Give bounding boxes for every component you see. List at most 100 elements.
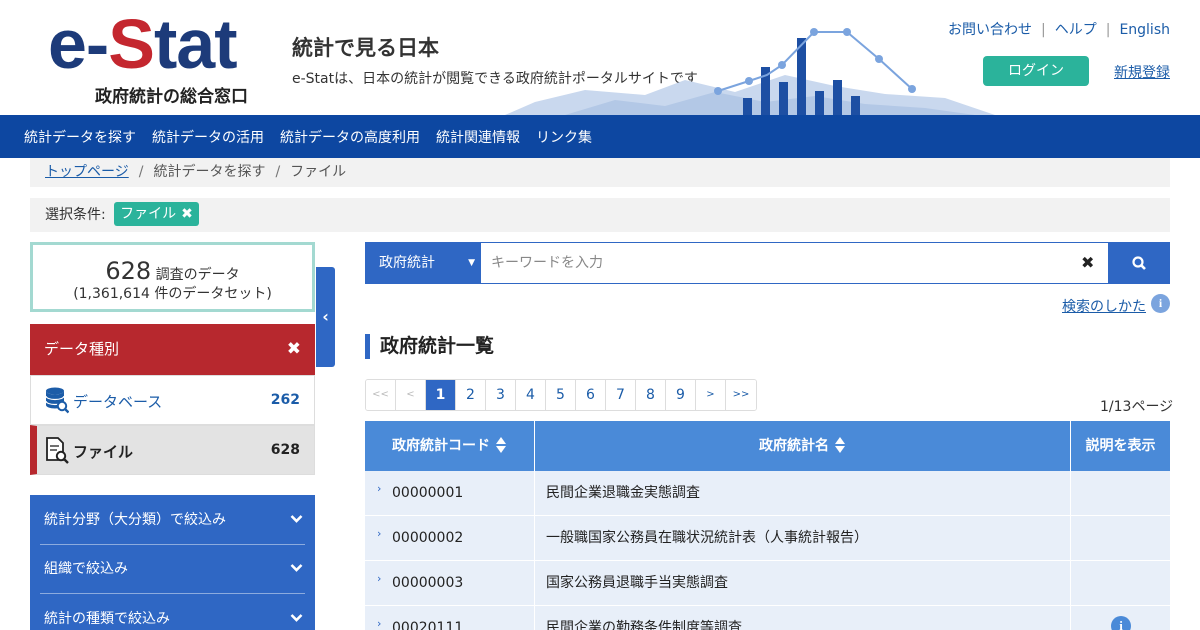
row-name[interactable]: 民間企業の勤務条件制度等調査 (535, 606, 1071, 630)
english-link[interactable]: English (1119, 22, 1170, 38)
database-search-icon (45, 387, 69, 414)
row-name[interactable]: 民間企業退職金実態調査 (535, 471, 1071, 516)
breadcrumb-current: ファイル (290, 164, 347, 180)
column-header-desc: 説明を表示 (1085, 438, 1156, 454)
survey-count-label: 調査のデータ (155, 267, 240, 283)
nav-item-search-data[interactable]: 統計データを探す (24, 127, 136, 147)
logo-subtitle: 政府統計の総合窓口 (95, 87, 248, 107)
data-type-database[interactable]: データベース 262 (30, 375, 315, 425)
pagination-next[interactable]: > (696, 380, 726, 410)
breadcrumb-home[interactable]: トップページ (45, 164, 129, 180)
table-row[interactable]: › 00000003 国家公務員退職手当実態調査 (365, 561, 1170, 606)
pagination-last[interactable]: >> (726, 380, 756, 410)
site-title: 統計で見る日本 (292, 36, 439, 60)
pagination: << < 1 2 3 4 5 6 7 8 9 > >> (365, 379, 757, 411)
selected-conditions: 選択条件: ファイル ✖ (30, 198, 1170, 232)
info-icon[interactable]: i (1151, 294, 1170, 313)
info-icon[interactable]: i (1111, 616, 1131, 630)
nav-item-use-data[interactable]: 統計データの活用 (152, 127, 264, 147)
close-icon[interactable]: ✖ (1081, 253, 1094, 272)
search-howto-link[interactable]: 検索のしかた (1062, 296, 1146, 316)
column-header-code[interactable]: 政府統計コード (365, 421, 535, 471)
filter-field-label: 統計分野（大分類）で絞込み (44, 512, 226, 528)
result-count-box: 628 調査のデータ (1,361,614 件のデータセット) (30, 242, 315, 312)
page-info: 1/13ページ (1100, 399, 1174, 415)
pagination-page[interactable]: 9 (666, 380, 696, 410)
breadcrumb-separator: / (138, 164, 144, 180)
search-bar: 政府統計 ▼ ✖ (365, 242, 1170, 284)
data-type-file-count: 628 (270, 442, 300, 458)
contact-link[interactable]: お問い合わせ (948, 22, 1032, 38)
filter-stat-type-label: 統計の種類で絞込み (44, 611, 170, 627)
pagination-page[interactable]: 1 (426, 380, 456, 410)
utility-links: お問い合わせ | ヘルプ | English (948, 19, 1170, 39)
nav-item-advanced-use[interactable]: 統計データの高度利用 (280, 127, 420, 147)
chevron-down-icon (290, 515, 303, 523)
conditions-label: 選択条件: (45, 207, 106, 223)
login-button[interactable]: ログイン (983, 56, 1089, 86)
filter-panel: 統計分野（大分類）で絞込み 組織で絞込み 統計の種類で絞込み (30, 495, 315, 630)
row-code-cell: › 00000003 (365, 561, 535, 606)
condition-chip-label: ファイル (120, 205, 177, 222)
chevron-left-icon: ‹ (322, 307, 329, 326)
row-code-cell: › 00000001 (365, 471, 535, 516)
close-icon[interactable]: ✖ (287, 324, 301, 375)
pagination-first: << (366, 380, 396, 410)
search-button[interactable] (1109, 242, 1170, 284)
pagination-page[interactable]: 8 (636, 380, 666, 410)
row-desc-cell (1071, 471, 1170, 516)
pagination-page[interactable]: 2 (456, 380, 486, 410)
data-type-database-label: データベース (73, 393, 163, 411)
table-header: 政府統計コード 政府統計名 説明を表示 (365, 421, 1170, 471)
estat-logo[interactable]: e-Stat 政府統計の総合窓口 (48, 5, 248, 107)
nav-item-links[interactable]: リンク集 (536, 127, 592, 147)
filter-stat-type[interactable]: 統計の種類で絞込み (40, 594, 305, 630)
search-input[interactable] (480, 242, 1109, 284)
pagination-page[interactable]: 4 (516, 380, 546, 410)
row-code: 00000001 (392, 485, 464, 501)
row-desc-cell (1071, 561, 1170, 606)
row-code: 00000002 (392, 530, 464, 546)
filter-organization-label: 組織で絞込み (44, 561, 128, 577)
column-header-code-label: 政府統計コード (392, 438, 490, 454)
sort-icon (835, 437, 846, 453)
chevron-right-icon: › (377, 482, 382, 495)
table-row[interactable]: › 00000002 一般職国家公務員在職状況統計表（人事統計報告） (365, 516, 1170, 561)
breadcrumb-item: 統計データを探す (153, 164, 266, 180)
row-code: 00000003 (392, 575, 464, 591)
condition-chip[interactable]: ファイル ✖ (114, 201, 199, 226)
search-scope-value: 政府統計 (379, 255, 435, 271)
pagination-page[interactable]: 7 (606, 380, 636, 410)
page-title: 政府統計一覧 (365, 334, 494, 359)
data-type-database-count: 262 (270, 392, 300, 408)
search-scope-select[interactable]: 政府統計 ▼ (365, 242, 480, 284)
site-header: e-Stat 政府統計の総合窓口 統計で見る日本 e-Statは、日本の統計が閲… (0, 0, 1200, 115)
help-link[interactable]: ヘルプ (1055, 22, 1097, 38)
filter-field[interactable]: 統計分野（大分類）で絞込み (40, 495, 305, 545)
row-desc-cell: i (1071, 606, 1170, 630)
pagination-page[interactable]: 3 (486, 380, 516, 410)
pagination-page[interactable]: 6 (576, 380, 606, 410)
chevron-right-icon: › (377, 572, 382, 585)
sidebar-collapse-button[interactable]: ‹ (316, 267, 335, 367)
register-link[interactable]: 新規登録 (1114, 62, 1170, 82)
close-icon[interactable]: ✖ (181, 206, 193, 222)
caret-down-icon: ▼ (468, 258, 475, 268)
table-row[interactable]: › 00000001 民間企業退職金実態調査 (365, 471, 1170, 516)
row-code: 00020111 (392, 620, 464, 630)
table-row[interactable]: › 00020111 民間企業の勤務条件制度等調査 i (365, 606, 1170, 630)
chevron-right-icon: › (377, 617, 382, 630)
data-type-heading[interactable]: データ種別 ✖ (30, 324, 315, 375)
sort-icon (496, 437, 507, 453)
pagination-prev: < (396, 380, 426, 410)
row-name[interactable]: 国家公務員退職手当実態調査 (535, 561, 1071, 606)
row-name[interactable]: 一般職国家公務員在職状況統計表（人事統計報告） (535, 516, 1071, 561)
nav-item-related-info[interactable]: 統計関連情報 (436, 127, 520, 147)
filter-organization[interactable]: 組織で絞込み (40, 544, 305, 594)
data-type-file[interactable]: ファイル 628 (30, 425, 315, 475)
survey-count: 628 (105, 257, 152, 285)
data-type-file-label: ファイル (73, 443, 134, 461)
row-code-cell: › 00000002 (365, 516, 535, 561)
column-header-name[interactable]: 政府統計名 (535, 421, 1071, 471)
pagination-page[interactable]: 5 (546, 380, 576, 410)
